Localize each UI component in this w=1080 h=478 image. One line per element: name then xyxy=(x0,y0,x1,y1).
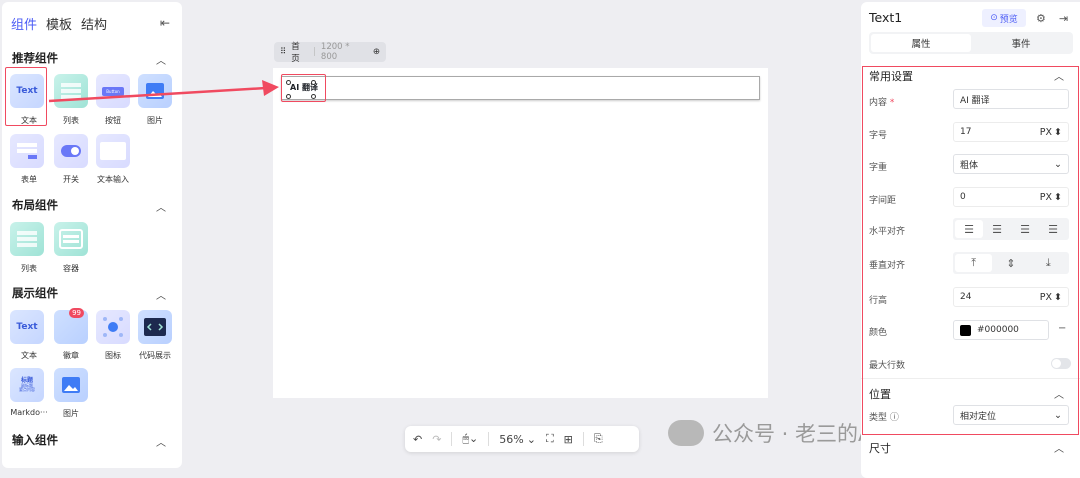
section-title-display: 展示组件 xyxy=(12,286,58,300)
export-icon[interactable]: ⎘ xyxy=(594,432,603,446)
tile-label-image: 图片 xyxy=(147,116,163,125)
tab-components[interactable]: 组件 xyxy=(11,14,37,33)
section-title-layout: 布局组件 xyxy=(12,198,58,212)
tab-events[interactable]: 事件 xyxy=(971,34,1071,52)
text-component[interactable]: AI 翻译 xyxy=(281,76,760,100)
divider: | xyxy=(313,47,316,57)
tile-label-button: 按钮 xyxy=(105,116,121,125)
tile-label-display-text: 文本 xyxy=(21,351,37,360)
tab-structure[interactable]: 结构 xyxy=(81,14,107,33)
tile-label-container: 容器 xyxy=(63,264,79,273)
tile-image[interactable] xyxy=(138,74,172,108)
resize-handle[interactable] xyxy=(311,94,316,99)
section-title-recommended: 推荐组件 xyxy=(12,51,58,65)
tile-label-layout-list: 列表 xyxy=(21,264,37,273)
page-name: 首页 xyxy=(291,42,300,64)
zoom-select[interactable]: 56% ⌄ xyxy=(499,433,536,446)
chevron-up-icon[interactable]: ︿ xyxy=(156,52,166,67)
canvas-toolbar: ↶ ↷ 🖱⌄ 56% ⌄ ⛶ ⊞ ⎘ xyxy=(405,426,639,452)
tab-templates[interactable]: 模板 xyxy=(46,14,72,33)
text-input-icon xyxy=(100,142,126,160)
tile-container[interactable] xyxy=(54,222,88,256)
divider xyxy=(582,432,584,446)
wechat-icon xyxy=(668,420,704,446)
tile-form[interactable] xyxy=(10,134,44,168)
tile-switch[interactable] xyxy=(54,134,88,168)
tile-list[interactable] xyxy=(54,74,88,108)
tile-layout-list[interactable] xyxy=(10,222,44,256)
image-icon xyxy=(62,377,80,393)
design-canvas[interactable]: AI 翻译 xyxy=(273,68,768,398)
zoom-value: 56% xyxy=(499,432,524,446)
list-icon xyxy=(17,231,37,247)
gear-icon[interactable]: ⚙ xyxy=(1036,12,1046,25)
resize-handle[interactable] xyxy=(286,94,291,99)
chevron-up-icon[interactable]: ︿ xyxy=(156,434,166,449)
markdown-line: 要点内容 xyxy=(19,387,35,392)
chevron-up-icon[interactable]: ︿ xyxy=(1054,440,1064,455)
tile-label-text-input: 文本输入 xyxy=(97,175,129,184)
tile-badge[interactable]: 99 xyxy=(54,308,88,344)
fit-screen-icon[interactable]: ⛶ xyxy=(546,432,554,446)
add-page-icon[interactable]: ⊕ xyxy=(373,47,380,57)
text-tile-glyph: Text xyxy=(16,322,38,332)
chevron-up-icon[interactable]: ︿ xyxy=(156,199,166,214)
tile-icon[interactable] xyxy=(96,310,130,344)
mouse-mode-icon[interactable]: 🖱⌄ xyxy=(462,432,478,446)
tile-markdown[interactable]: 标题 副标题 要点内容 xyxy=(10,368,44,402)
expand-panel-icon[interactable]: ⇥ xyxy=(1059,12,1068,25)
collapse-panel-icon[interactable]: ⇤ xyxy=(160,16,170,30)
play-icon: ⊙ xyxy=(990,13,998,23)
tile-button[interactable]: Button xyxy=(96,74,130,108)
redo-icon[interactable]: ↷ xyxy=(432,433,441,446)
component-name: Text1 xyxy=(869,10,903,25)
page-bar[interactable]: ⠿ 首页 | 1200 * 800 ⊕ xyxy=(274,42,386,64)
tile-label-icon: 图标 xyxy=(105,351,121,360)
tile-display-text[interactable]: Text xyxy=(10,310,44,344)
undo-icon[interactable]: ↶ xyxy=(413,433,422,446)
tab-properties[interactable]: 属性 xyxy=(871,34,971,52)
switch-icon xyxy=(61,145,81,157)
tile-label-badge: 徽章 xyxy=(63,351,79,360)
form-icon xyxy=(17,143,37,159)
tile-label-list: 列表 xyxy=(63,116,79,125)
tile-display-image[interactable] xyxy=(54,368,88,402)
tile-label-display-image: 图片 xyxy=(63,409,79,418)
button-mini-icon: Button xyxy=(102,86,124,96)
resize-handle[interactable] xyxy=(286,80,291,85)
section-title-input: 输入组件 xyxy=(12,433,58,447)
preview-button[interactable]: ⊙ 预览 xyxy=(982,9,1026,27)
drag-handle-icon[interactable]: ⠿ xyxy=(280,47,286,57)
panel-tabs: 组件 模板 结构 xyxy=(11,14,107,33)
tile-highlight xyxy=(5,67,47,126)
tile-label-switch: 开关 xyxy=(63,175,79,184)
preview-label: 预览 xyxy=(999,14,1018,25)
tile-label-markdown: Markdo··· xyxy=(10,408,48,417)
badge-count: 99 xyxy=(69,308,84,318)
properties-highlight xyxy=(862,66,1079,435)
tile-label-code: 代码展示 xyxy=(139,351,171,360)
property-tabs: 属性 事件 xyxy=(869,32,1073,54)
resize-handle[interactable] xyxy=(311,80,316,85)
list-icon xyxy=(61,83,81,99)
chevron-down-icon: ⌄ xyxy=(526,432,536,446)
group-title-size: 尺寸 xyxy=(869,442,891,455)
image-icon xyxy=(146,83,164,99)
divider xyxy=(488,432,490,446)
container-icon xyxy=(59,229,83,249)
page-size: 1200 * 800 xyxy=(320,42,350,62)
tile-code[interactable] xyxy=(138,310,172,344)
chevron-up-icon[interactable]: ︿ xyxy=(156,287,166,302)
tile-label-form: 表单 xyxy=(21,175,37,184)
grid-icon[interactable]: ⊞ xyxy=(564,433,573,446)
tile-text-input[interactable] xyxy=(96,134,130,168)
divider xyxy=(451,432,453,446)
icon-grid-icon xyxy=(103,317,123,337)
code-icon xyxy=(144,318,166,336)
